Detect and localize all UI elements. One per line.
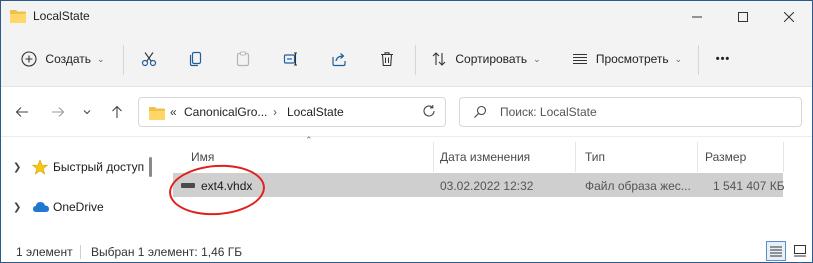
divider: [123, 45, 124, 75]
cut-button[interactable]: [135, 43, 163, 75]
file-explorer-window: LocalState Создать ⌄ Сортировать ⌄ Просм…: [0, 0, 813, 263]
refresh-button[interactable]: [422, 104, 436, 121]
search-icon: [474, 105, 487, 118]
copy-button[interactable]: [182, 43, 210, 75]
file-type: Файл образа жес...: [585, 179, 691, 193]
create-button[interactable]: Создать ⌄: [17, 43, 109, 75]
tiles-view-button[interactable]: [790, 241, 810, 261]
chevron-down-icon: [83, 110, 91, 115]
sidebar-item-label: Быстрый доступ: [53, 160, 145, 174]
details-view-icon: [770, 246, 782, 257]
scissors-icon: [141, 52, 157, 67]
breadcrumb-separator[interactable]: ›: [273, 105, 277, 119]
column-divider[interactable]: [783, 142, 784, 172]
chevron-down-icon: ⌄: [97, 53, 105, 64]
chevron-down-icon: ⌄: [533, 53, 541, 64]
divider: [415, 45, 416, 75]
star-icon: [32, 159, 48, 175]
chevron-down-icon: ⌄: [674, 53, 683, 64]
file-size: 1 541 407 КБ: [713, 179, 785, 193]
item-count: 1 элемент: [16, 245, 73, 259]
plus-circle-icon: [21, 51, 37, 67]
column-header-size[interactable]: Размер: [705, 142, 785, 172]
folder-icon: [149, 107, 165, 120]
back-button[interactable]: [11, 101, 33, 123]
column-header-label: Дата изменения: [440, 150, 531, 164]
chevron-right-icon[interactable]: ❯: [13, 202, 21, 213]
more-icon: •••: [715, 53, 731, 65]
search-box[interactable]: Поиск: LocalState: [459, 97, 802, 127]
share-icon: [332, 53, 346, 67]
paste-button[interactable]: [229, 43, 257, 75]
sort-button[interactable]: Сортировать ⌄: [427, 43, 545, 75]
status-bar: 1 элемент Выбран 1 элемент: 1,46 ГБ: [1, 235, 812, 262]
navigation-pane: ❯ Быстрый доступ ❯ OneDrive: [1, 138, 159, 234]
arrow-up-icon: [112, 105, 122, 118]
divider: [698, 45, 699, 75]
maximize-button[interactable]: [721, 1, 765, 33]
address-bar[interactable]: « CanonicalGro... › LocalState: [138, 97, 446, 127]
more-options-button[interactable]: •••: [708, 43, 738, 75]
selection-info: Выбран 1 элемент: 1,46 ГБ: [91, 245, 243, 259]
column-divider[interactable]: [433, 142, 434, 172]
column-header-label: Имя: [191, 150, 215, 164]
delete-button[interactable]: [373, 43, 401, 75]
rename-button[interactable]: [277, 43, 305, 75]
view-button[interactable]: Просмотреть ⌄: [565, 43, 689, 75]
breadcrumb-overflow[interactable]: «: [170, 105, 177, 119]
file-modified: 03.02.2022 12:32: [440, 179, 534, 193]
maximize-icon: [738, 12, 748, 22]
trash-icon: [381, 52, 393, 67]
view-label: Просмотреть: [595, 52, 669, 66]
refresh-icon: [423, 105, 435, 117]
create-label: Создать: [45, 52, 92, 66]
column-header-type[interactable]: Тип: [585, 142, 695, 172]
sidebar-item-quick-access[interactable]: ❯ Быстрый доступ: [1, 155, 151, 179]
share-button[interactable]: [325, 43, 353, 75]
divider: [80, 245, 81, 259]
breadcrumb-localstate[interactable]: LocalState: [287, 105, 344, 119]
close-button[interactable]: [767, 1, 811, 33]
column-header-label: Тип: [585, 150, 606, 164]
command-bar: Создать ⌄ Сортировать ⌄ Просмотреть ⌄ ••…: [1, 33, 812, 87]
details-view-button[interactable]: [766, 241, 786, 261]
view-list-icon: [572, 53, 587, 65]
window-title: LocalState: [33, 9, 90, 23]
copy-icon: [189, 51, 202, 67]
sort-label: Сортировать: [455, 52, 528, 66]
column-divider[interactable]: [575, 142, 576, 172]
minimize-icon: [692, 16, 702, 18]
sort-icon: [432, 52, 446, 66]
column-header-label: Размер: [705, 150, 747, 164]
forward-button[interactable]: [47, 101, 69, 123]
title-bar: LocalState: [1, 1, 812, 33]
up-button[interactable]: [106, 101, 128, 123]
arrow-left-icon: [15, 107, 28, 117]
navigation-pane-scrollbar[interactable]: [149, 157, 152, 177]
paste-icon: [236, 51, 250, 67]
arrow-right-icon: [52, 107, 65, 117]
close-icon: [784, 12, 794, 22]
chevron-right-icon[interactable]: ❯: [13, 162, 21, 173]
cloud-icon: [33, 202, 49, 212]
tiles-view-icon: [794, 245, 806, 257]
recent-locations-button[interactable]: [76, 101, 98, 123]
minimize-button[interactable]: [675, 1, 719, 33]
sidebar-item-onedrive[interactable]: ❯ OneDrive: [1, 195, 151, 219]
sidebar-item-label: OneDrive: [53, 200, 104, 214]
column-divider[interactable]: [697, 142, 698, 172]
rename-icon: [283, 52, 297, 66]
address-row: « CanonicalGro... › LocalState Поиск: Lo…: [1, 87, 812, 137]
column-header-modified[interactable]: Дата изменения: [440, 142, 576, 172]
breadcrumb-canonicalgroup[interactable]: CanonicalGro...: [184, 105, 267, 119]
search-input[interactable]: Поиск: LocalState: [500, 105, 597, 119]
folder-icon: [10, 10, 26, 23]
